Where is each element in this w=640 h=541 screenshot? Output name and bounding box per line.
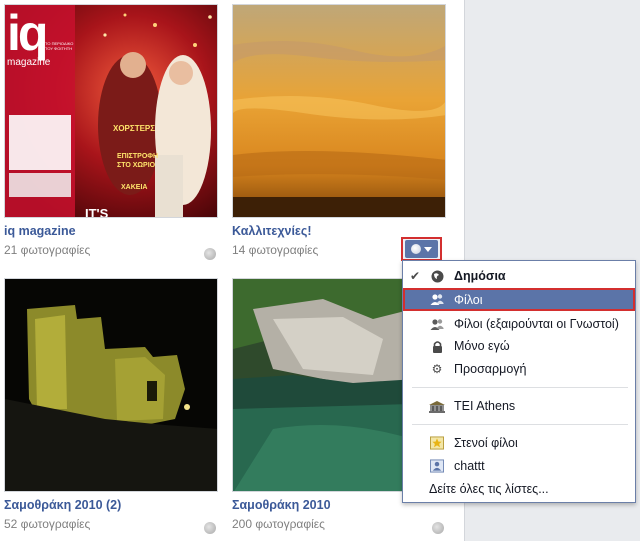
privacy-selector-inner [405,240,438,258]
lock-icon [430,339,444,353]
album-cover-kallitexnies[interactable] [232,4,446,218]
globe-icon [430,269,444,283]
cover-headline: ΕΠΙΣΤΡΟΦΗ ΣΤΟ ΧΩΡΙΟ [117,153,159,169]
album-cover-samothraki-2[interactable] [4,278,218,492]
privacy-option-tei-athens[interactable]: TEI Athens [403,395,635,417]
friends-except-icon [430,317,444,331]
privacy-option-friends-except[interactable]: Φίλοι (εξαιρούνται οι Γνωστοί) [403,313,635,335]
privacy-option-close-friends[interactable]: Στενοί φίλοι [403,432,635,454]
option-label: Δημόσια [454,269,506,283]
option-label: Στενοί φίλοι [454,436,518,450]
option-label: chattt [454,459,485,473]
privacy-option-only-me[interactable]: Μόνο εγώ [403,335,635,357]
album-cover-iq-magazine[interactable]: iq magazine ΤΟ ΠΕΡΙΟΔΙΚΟ ΤΟΥ ΦΟΙΤΗΤΗ ΧΟΡ… [4,4,218,218]
privacy-option-friends[interactable]: Φίλοι [403,288,635,311]
album-meta: iq magazine 21 φωτογραφίες [4,224,220,260]
album-card[interactable]: iq magazine ΤΟ ΠΕΡΙΟΔΙΚΟ ΤΟΥ ΦΟΙΤΗΤΗ ΧΟΡ… [4,4,220,260]
globe-icon [432,522,444,534]
option-label: TEI Athens [454,399,516,413]
cover-headline: IT'S [85,206,109,218]
globe-icon [204,522,216,534]
star-icon [430,436,444,450]
album-count: 21 φωτογραφίες [4,243,91,257]
privacy-option-chattt[interactable]: chattt [403,455,635,477]
album-count: 200 φωτογραφίες [232,517,325,531]
option-label: Φίλοι (εξαιρούνται οι Γνωστοί) [454,317,619,331]
globe-icon [411,244,421,254]
option-label: Φίλοι [454,292,483,307]
album-meta: Σαμοθράκη 2010 (2) 52 φωτογραφίες [4,498,220,534]
school-icon [428,399,446,413]
magazine-logo: iq magazine [7,8,73,69]
album-card[interactable]: Σαμοθράκη 2010 (2) 52 φωτογραφίες [4,278,220,534]
privacy-selector-button[interactable] [401,237,442,261]
globe-icon [204,248,216,260]
album-title[interactable]: iq magazine [4,224,220,240]
album-card[interactable]: Καλλιτεχνίες! 14 φωτογραφίες [232,4,448,258]
check-icon: ✔ [410,269,421,283]
option-label: Προσαρμογή [454,362,527,376]
sunset-image [233,5,445,217]
list-icon [430,459,444,473]
privacy-option-public[interactable]: ✔ Δημόσια [403,265,635,287]
chevron-down-icon [424,246,432,252]
album-title[interactable]: Σαμοθράκη 2010 (2) [4,498,220,514]
logo-tagline: ΤΟ ΠΕΡΙΟΔΙΚΟ ΤΟΥ ΦΟΙΤΗΤΗ [45,41,74,51]
castle-night-image [5,279,217,491]
album-count: 52 φωτογραφίες [4,517,91,531]
option-label: Μόνο εγώ [454,339,510,353]
friends-icon [430,293,444,307]
privacy-option-custom[interactable]: ⚙ Προσαρμογή [403,358,635,380]
see-all-lists-link[interactable]: Δείτε όλες τις λίστες... [429,482,549,496]
cover-headline: ΧΑΚΕΙΑ [121,184,148,191]
logo-subtitle: magazine [7,57,51,68]
album-meta: Σαμοθράκη 2010 200 φωτογραφίες [232,498,448,534]
menu-divider [412,387,628,388]
gear-icon: ⚙ [431,362,443,376]
menu-divider [412,424,628,425]
cover-headline: ΧΟΡΣΤΕΡΣ [113,124,156,133]
privacy-dropdown-menu: ✔ Δημόσια Φίλοι Φίλοι (εξαιρούνται οι Γν… [402,260,636,503]
